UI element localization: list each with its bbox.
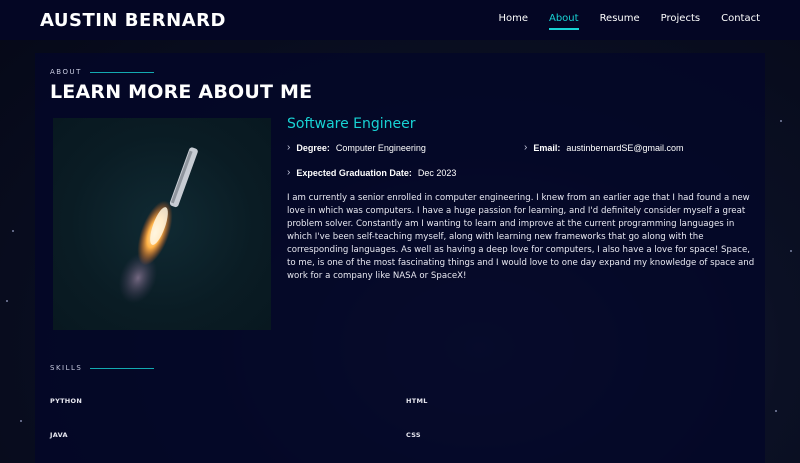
nav-contact[interactable]: Contact — [721, 13, 760, 27]
main-nav: Home About Resume Projects Contact — [477, 13, 760, 30]
graduation-label: Expected Graduation Date: — [296, 167, 412, 178]
about-section-label: ABOUT — [50, 68, 154, 76]
skill-java: JAVA — [50, 431, 68, 439]
job-title: Software Engineer — [287, 116, 416, 132]
skills-label-text: SKILLS — [50, 364, 83, 372]
rocket-launch-image — [118, 147, 198, 304]
skill-html: HTML — [406, 397, 428, 405]
nav-home[interactable]: Home — [498, 13, 528, 27]
nav-projects[interactable]: Projects — [661, 13, 700, 27]
about-panel: ABOUT LEARN MORE ABOUT ME Software Engin… — [35, 53, 765, 463]
about-bio: I am currently a senior enrolled in comp… — [287, 193, 755, 281]
degree-label: Degree: — [296, 142, 330, 153]
about-label-divider — [89, 71, 154, 73]
skills-section-label: SKILLS — [50, 364, 155, 372]
skills-label-divider — [90, 367, 155, 369]
chevron-right-icon: › — [524, 142, 528, 153]
skill-python: PYTHON — [50, 397, 83, 405]
email-label: Email: — [533, 142, 561, 153]
site-header: AUSTIN BERNARD Home About Resume Project… — [0, 0, 800, 40]
email-row: › Email: austinbernardSE@gmail.com — [524, 142, 684, 153]
graduation-value: Dec 2023 — [417, 167, 457, 178]
site-brand[interactable]: AUSTIN BERNARD — [40, 10, 226, 31]
email-value[interactable]: austinbernardSE@gmail.com — [566, 143, 683, 153]
page-title: LEARN MORE ABOUT ME — [50, 81, 313, 103]
about-label-text: ABOUT — [50, 68, 82, 76]
nav-resume[interactable]: Resume — [600, 13, 640, 27]
chevron-right-icon: › — [287, 167, 291, 178]
chevron-right-icon: › — [287, 142, 291, 153]
degree-row: › Degree: Computer Engineering — [287, 142, 426, 153]
profile-photo-rocket — [53, 118, 271, 330]
graduation-row: › Expected Graduation Date: Dec 2023 — [287, 167, 456, 178]
degree-value: Computer Engineering — [335, 142, 426, 153]
skill-css: CSS — [406, 431, 421, 439]
nav-about[interactable]: About — [548, 13, 579, 30]
